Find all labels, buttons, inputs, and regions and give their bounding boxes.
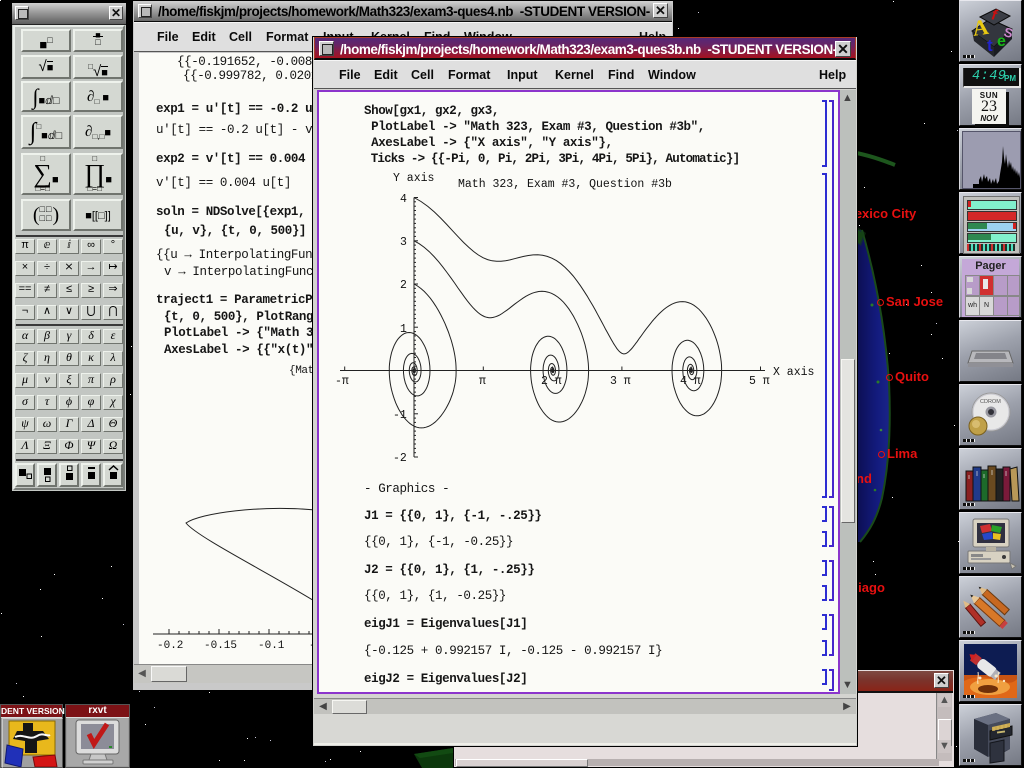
svg-text:-π: -π bbox=[335, 375, 349, 388]
svg-text:-0.15: -0.15 bbox=[204, 640, 237, 652]
svg-text:-0.2: -0.2 bbox=[157, 640, 183, 652]
svg-text:-0.1: -0.1 bbox=[258, 640, 285, 652]
svg-text:4: 4 bbox=[400, 193, 407, 206]
svg-text:5 π: 5 π bbox=[749, 375, 770, 388]
svg-text:3 π: 3 π bbox=[610, 375, 631, 388]
svg-text:π: π bbox=[479, 375, 486, 388]
svg-text:X axis: X axis bbox=[773, 366, 814, 379]
svg-text:3: 3 bbox=[400, 236, 407, 249]
svg-text:2: 2 bbox=[400, 279, 407, 292]
svg-text:CDROM: CDROM bbox=[980, 399, 1001, 405]
svg-text:-2: -2 bbox=[393, 452, 407, 465]
svg-text:Y axis: Y axis bbox=[393, 172, 434, 185]
svg-text:t: t bbox=[987, 36, 993, 55]
svg-text:Math 323, Exam #3, Question #3: Math 323, Exam #3, Question #3b bbox=[458, 178, 672, 191]
